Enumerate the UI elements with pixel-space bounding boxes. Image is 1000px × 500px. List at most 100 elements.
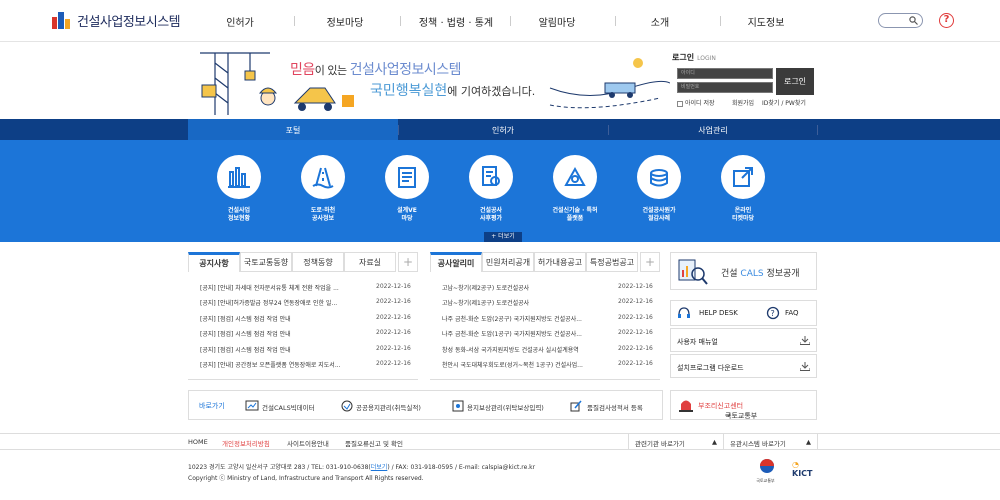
shortcut-cals-bigdata[interactable]: 건설CALS빅데이터 [262, 402, 315, 412]
tab-library[interactable]: 자료실 [344, 252, 396, 272]
list-item[interactable]: [공지] [점검] 시스템 점검 작업 안내 2022-12-16 [200, 345, 411, 354]
list-item[interactable]: 나주 금천-화순 도암(1공구) 국가지원지방도 건설공사... 2022-12-… [442, 329, 653, 338]
nav-item-map[interactable]: 지도정보 [716, 14, 816, 29]
related-orgs-label: 관련기관 바로가기 [635, 440, 685, 448]
tech-icon [564, 166, 586, 186]
report-center-link[interactable]: 국토교통부 부조리신고센터 → [670, 390, 817, 420]
list-item[interactable]: [공지] [점검] 시스템 점검 작업 안내 2022-12-16 [200, 329, 411, 338]
plus-icon[interactable]: + [398, 252, 418, 272]
related-systems-dropdown[interactable]: 유관시스템 바로가기 ▲ [723, 434, 818, 449]
cals-label: 건설 [721, 269, 741, 279]
land-icon [341, 400, 353, 412]
ministry-logo: 국토교통부 [756, 458, 777, 484]
list-item[interactable]: 고남~창기(제2공구) 도로건설공사 2022-12-16 [442, 283, 653, 292]
tab-construction-alert[interactable]: 공사알리미 [430, 252, 482, 272]
shortcut-public-land[interactable]: 공공용지관리(취득실적) [356, 402, 421, 412]
question-circle-icon[interactable]: ? [939, 13, 954, 28]
list-item-date: 2022-12-16 [618, 283, 653, 290]
nav-item-policy[interactable]: 정책 · 법령 · 통계 [406, 14, 506, 29]
notice-board: 공지사항 국토교통동향 정책동향 자료실 + [공지] [안내] 차세대 전자문… [188, 250, 418, 380]
list-item[interactable]: [공지] [안내] 차세대 전자문서유통 체계 전환 작업을 ... 2022-1… [200, 283, 411, 292]
bigdata-icon [245, 400, 259, 411]
quick-item-road-river[interactable]: 도로·하천 공사정보 [283, 155, 363, 223]
banner-headline: 믿음이 있는 건설사업정보시스템 [290, 59, 462, 79]
nav-item-notice[interactable]: 알림마당 [507, 14, 607, 29]
quick-item-post-evaluation[interactable]: 건설공사 사후평가 [451, 155, 531, 223]
footer-privacy-link[interactable]: 개인정보처리방침 [222, 438, 270, 448]
site-logo[interactable]: 건설사업정보시스템 [50, 9, 181, 31]
quick-item-cost-saving[interactable]: 건설공사원가 절감사례 [619, 155, 699, 223]
copyright-text: Copyright ⓒ Ministry of Land, Infrastruc… [188, 475, 424, 482]
helpdesk-link[interactable]: HELP DESK [699, 309, 738, 317]
tab-permit-notice[interactable]: 허가내용공고 [534, 252, 586, 272]
service-tabs: 포털 인허가 사업관리 [0, 119, 1000, 140]
banner-system-name: 건설사업정보시스템 [349, 62, 462, 78]
svg-text:?: ? [771, 309, 775, 318]
tab-notice[interactable]: 공지사항 [188, 252, 240, 272]
tab-divider [398, 125, 399, 135]
faq-link[interactable]: FAQ [785, 309, 799, 317]
list-item[interactable]: [공지] [안내] 공간정보 오픈플랫폼 연동장애로 지도서... 2022-12… [200, 360, 411, 369]
tab-civil-complaint[interactable]: 민원처리공개 [482, 252, 534, 272]
cals-info-link[interactable]: 건설 CALS 정보공개 [670, 252, 817, 290]
manual-download[interactable]: 사용자 매뉴얼 [670, 328, 817, 352]
login-button[interactable]: 로그인 [776, 68, 814, 95]
program-download[interactable]: 설치프로그램 다운로드 [670, 354, 817, 378]
quick-item-online-ticket[interactable]: 온라인 티켓마당 [703, 155, 783, 223]
join-link[interactable]: 회원가입 [732, 98, 754, 107]
tab-policy-trend[interactable]: 정책동향 [292, 252, 344, 272]
more-button[interactable]: + 더보기 [484, 232, 522, 242]
quick-label: 건설공사 [479, 207, 503, 214]
footer-error-link[interactable]: 품질오류신고 및 확인 [345, 438, 403, 448]
tab-divider [817, 125, 818, 135]
footer-terms-link[interactable]: 사이트이용안내 [287, 438, 329, 448]
tab-project[interactable]: 사업관리 [663, 125, 763, 136]
search-input[interactable] [878, 13, 923, 28]
nav-item-permit[interactable]: 인허가 [190, 14, 290, 29]
list-item[interactable]: 고남~창기(제1공구) 도로건설공사 2022-12-16 [442, 298, 653, 307]
related-orgs-dropdown[interactable]: 관련기관 바로가기 ▲ [628, 434, 723, 449]
save-id-checkbox[interactable]: 아이디 저장 [677, 98, 715, 107]
shortcut-land-compensation[interactable]: 용지보상관리(위탁보상입력) [467, 402, 544, 412]
list-item-date: 2022-12-16 [618, 314, 653, 321]
plus-icon[interactable]: + [640, 252, 660, 272]
report-magnifier-icon [678, 259, 708, 285]
shortcut-quality-report[interactable]: 품질검사성적서 등록 [587, 402, 643, 412]
nav-item-about[interactable]: 소개 [610, 14, 710, 29]
tab-method-notice[interactable]: 특정공법공고 [586, 252, 638, 272]
report-label-highlight: 부조리신고센터 [698, 402, 744, 410]
list-item-date: 2022-12-16 [376, 360, 411, 367]
quick-item-project-status[interactable]: 건설사업 정보현황 [199, 155, 279, 223]
footer-address: 10223 경기도 고양시 일산서구 고양대로 283 / TEL: 031-9… [188, 462, 535, 484]
id-field[interactable]: 아이디 [677, 68, 773, 79]
shortcut-label: 바로가기 [199, 402, 225, 410]
quick-label: 건설사업 [227, 207, 251, 214]
address-more-link[interactable]: 더보기 [371, 464, 388, 471]
list-item-title: 나주 금천-화순 도암(1공구) 국가지원지방도 건설공사... [442, 331, 582, 338]
hero-banner: 믿음이 있는 건설사업정보시스템 국민행복실현에 기여하겠습니다. [190, 43, 670, 119]
quick-menu: 건설사업 정보현황 도로·하천 공사정보 설계VE 마당 건설공사 사후평가 건설신기술… [0, 140, 1000, 242]
coins-icon [650, 169, 668, 187]
evaluation-icon [482, 166, 500, 186]
tab-mltm-trend[interactable]: 국토교통동향 [240, 252, 292, 272]
quick-item-design-ve[interactable]: 설계VE 마당 [367, 155, 447, 223]
list-item-title: [공지] [안내] 공간정보 오픈플랫폼 연동장애로 지도서... [200, 362, 341, 369]
list-item[interactable]: 천안시 국도대체우회도로(성거~목천 1공구) 건설사업... 2022-12-1… [442, 360, 653, 369]
road-icon [312, 167, 334, 189]
tab-portal[interactable]: 포털 [243, 125, 343, 136]
headset-icon [678, 307, 690, 318]
list-item[interactable]: 창성 동화-서삼 국가지원지방도 건설공사 실시설계용역 2022-12-16 [442, 345, 653, 354]
quick-item-new-tech[interactable]: 건설신기술 · 특허 플랫폼 [535, 155, 615, 223]
tab-permit[interactable]: 인허가 [453, 125, 553, 136]
find-id-pw-link[interactable]: ID찾기 / PW찾기 [762, 98, 806, 107]
cals-label-highlight: CALS [740, 269, 764, 279]
nav-item-info[interactable]: 정보마당 [295, 14, 395, 29]
footer-home-link[interactable]: HOME [188, 438, 208, 446]
quick-label: 온라인 [734, 207, 752, 214]
list-item[interactable]: 나주 금천-화순 도암(2공구) 국가지원지방도 건설공사... 2022-12-… [442, 314, 653, 323]
list-item[interactable]: [공지] [안내]허가증발급 정부24 연동장애로 인한 일... 2022-12… [200, 298, 411, 307]
login-title-text: 로그인 [672, 53, 695, 62]
list-item[interactable]: [공지] [점검] 시스템 점검 작업 안내 2022-12-16 [200, 314, 411, 323]
checkbox-icon [677, 100, 683, 107]
password-field[interactable]: 비밀번호 [677, 82, 773, 93]
